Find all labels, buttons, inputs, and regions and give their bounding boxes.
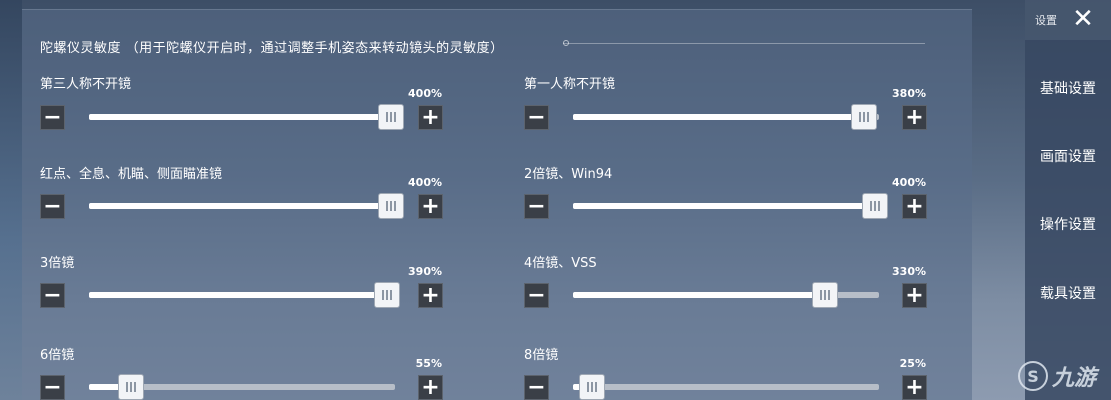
slider-label: 6倍镜 [40,348,75,363]
slider-track[interactable] [573,193,888,219]
decrease-button[interactable]: − [524,375,549,400]
increase-button[interactable]: + [902,375,927,400]
watermark-text: 九游 [1052,366,1097,391]
slider-thumb[interactable] [378,104,404,130]
slider-fill [573,114,864,120]
slider-label: 红点、全息、机瞄、侧面瞄准镜 [40,167,223,182]
slider-value: 25% [899,357,926,370]
slider-value: 380% [892,87,926,100]
decrease-button[interactable]: − [40,194,65,219]
watermark: S 九游 [1018,360,1096,392]
settings-heading: 设置 [1035,14,1057,27]
grip-icon [870,201,880,211]
decrease-button[interactable]: − [40,105,65,130]
grip-icon [858,112,869,122]
grip-icon [386,201,396,211]
grip-icon [820,290,831,300]
increase-button[interactable]: + [902,105,927,130]
slider-label: 8倍镜 [524,348,559,363]
decrease-button[interactable]: − [40,375,65,400]
slider-track[interactable] [573,104,879,130]
slider-label: 第三人称不开镜 [40,77,132,92]
slider-label: 第一人称不开镜 [524,77,616,92]
sidebar-item-basic[interactable]: 基础设置 [1025,78,1111,98]
background-left [0,0,22,400]
close-icon[interactable]: ✕ [1070,6,1096,32]
increase-button[interactable]: + [902,283,927,308]
slider-thumb[interactable] [579,374,606,400]
slider-fill [89,203,395,209]
grip-icon [382,290,393,300]
slider-value: 400% [408,176,442,189]
grip-icon [126,382,137,392]
slider-fill [573,203,879,209]
sidebar-item-display[interactable]: 画面设置 [1025,146,1111,166]
section-title: 陀螺仪灵敏度 （用于陀螺仪开启时，通过调整手机姿态来转动镜头的灵敏度） [40,41,504,56]
increase-button[interactable]: + [418,105,443,130]
slider-value: 390% [408,265,442,278]
slider-label: 3倍镜 [40,256,75,271]
decrease-button[interactable]: − [524,194,549,219]
decrease-button[interactable]: − [40,283,65,308]
slider-value: 400% [408,87,442,100]
slider-track[interactable] [89,193,404,219]
increase-button[interactable]: + [418,194,443,219]
slider-track[interactable] [89,282,401,308]
slider-fill [89,292,388,298]
grip-icon [587,382,598,392]
sidebar-item-controls[interactable]: 操作设置 [1025,214,1111,234]
slider-track[interactable] [89,104,404,130]
slider-thumb[interactable] [374,282,401,308]
increase-button[interactable]: + [902,194,927,219]
slider-fill [89,114,395,120]
watermark-logo-icon: S [1018,361,1048,391]
slider-thumb[interactable] [812,282,839,308]
slider-thumb[interactable] [850,104,877,130]
increase-button[interactable]: + [418,283,443,308]
slider-thumb[interactable] [862,193,888,219]
slider-track[interactable] [573,374,879,400]
grip-icon [386,112,396,122]
sidebar-item-vehicle[interactable]: 载具设置 [1025,283,1111,303]
slider-thumb[interactable] [378,193,404,219]
slider-value: 330% [892,265,926,278]
decrease-button[interactable]: − [524,283,549,308]
slider-fill [573,292,826,298]
slider-track[interactable] [573,282,879,308]
increase-button[interactable]: + [418,375,443,400]
slider-track[interactable] [89,374,395,400]
title-decoration-line [563,43,925,44]
decrease-button[interactable]: − [524,105,549,130]
slider-thumb[interactable] [118,374,145,400]
slider-value: 55% [415,357,442,370]
slider-label: 2倍镜、Win94 [524,167,613,182]
slider-label: 4倍镜、VSS [524,256,597,271]
slider-value: 400% [892,176,926,189]
